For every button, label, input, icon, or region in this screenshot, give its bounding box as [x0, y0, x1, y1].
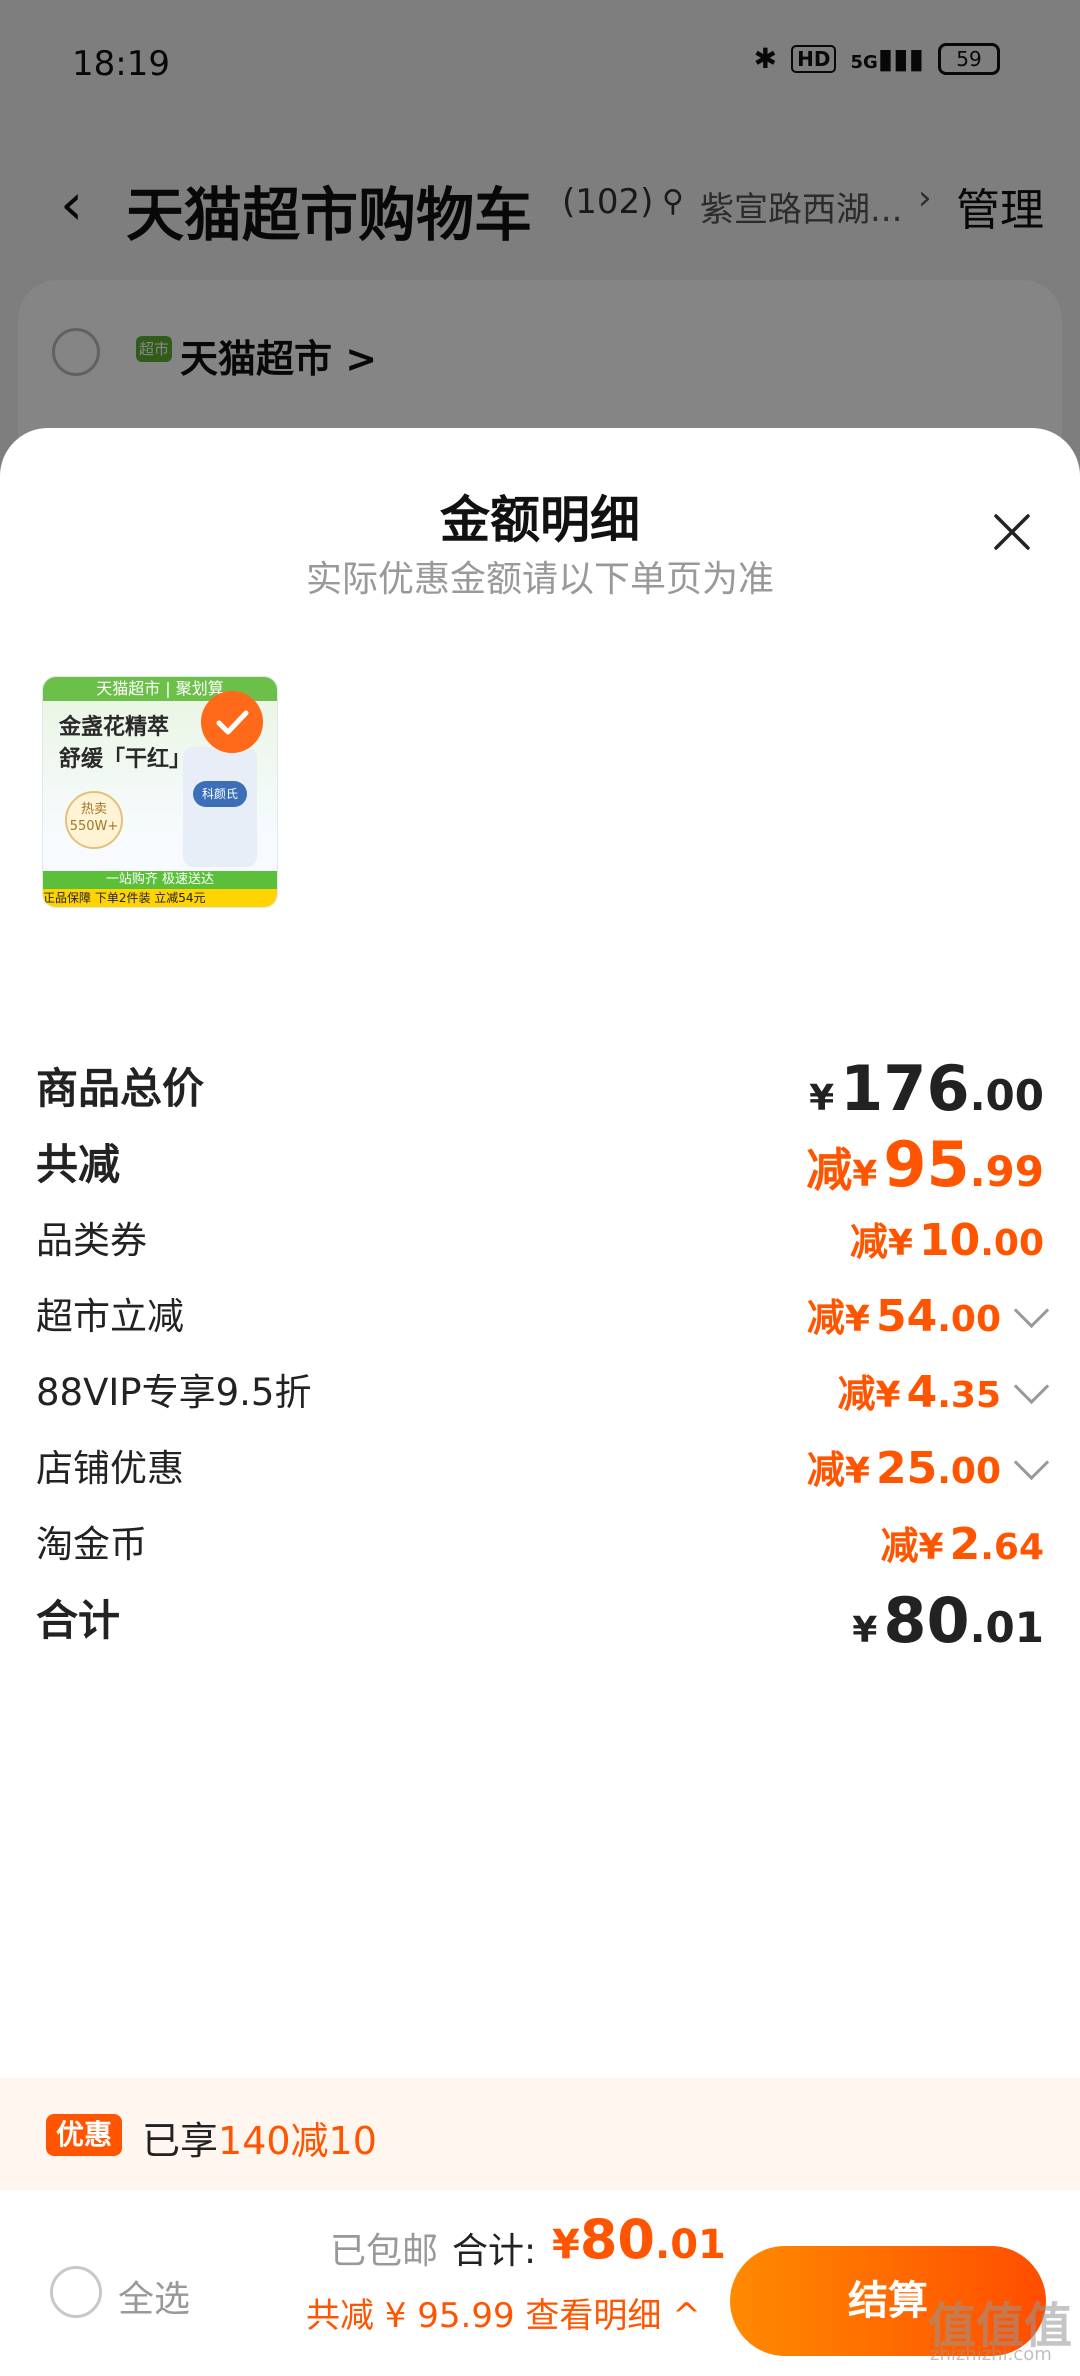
thumb-headline-1: 金盏花精萃: [59, 715, 170, 740]
summary-row: 合计 ¥80.01: [36, 1586, 1044, 1656]
summary-amount: 减¥ 2.64: [880, 1519, 1044, 1570]
summary-row[interactable]: 超市立减 减¥ 54.00: [36, 1282, 1050, 1352]
summary-label: 店铺优惠: [36, 1447, 184, 1490]
summary-label: 88VIP专享9.5折: [36, 1371, 312, 1414]
total-label: 合计:: [452, 2231, 537, 2272]
summary-row: 商品总价 ¥176.00: [36, 1054, 1044, 1124]
summary-label: 品类券: [36, 1219, 147, 1262]
sheet-title: 金额明细: [440, 491, 640, 549]
watermark-url: zhizhizhi.com: [930, 2344, 1052, 2365]
summary-row[interactable]: 店铺优惠 减¥ 25.00: [36, 1434, 1050, 1504]
summary-row: 品类券 减¥ 10.00: [36, 1206, 1044, 1276]
selected-check-icon: [201, 691, 263, 753]
summary-row: 淘金币 减¥ 2.64: [36, 1510, 1044, 1580]
promo-text: 已享140减10: [142, 2119, 377, 2163]
thumb-sales-badge: 热卖 550W+: [65, 791, 123, 849]
chevron-down-icon[interactable]: [1013, 1444, 1050, 1481]
total-amount: ¥80.01: [552, 2208, 726, 2271]
summary-label: 合计: [36, 1596, 121, 1645]
close-icon[interactable]: [988, 508, 1036, 556]
select-all-radio[interactable]: [50, 2266, 102, 2318]
summary-amount: 减¥ 25.00: [807, 1434, 1050, 1513]
sheet-subtitle: 实际优惠金额请以下单页为准: [305, 559, 774, 600]
thumb-strip: 一站购齐 极速送达: [43, 871, 277, 889]
amount-detail-sheet: 金额明细 实际优惠金额请以下单页为准 天猫超市 | 聚划算 金盏花精萃 舒缓「干…: [0, 428, 1080, 2376]
checkout-bar: 全选 已包邮 合计: ¥80.01 共减 ¥ 95.99 查看明细 ^ 结算: [0, 2190, 1080, 2376]
bottle-label: 科颜氏: [193, 781, 247, 807]
summary-amount: 减¥ 54.00: [807, 1282, 1050, 1361]
summary-label: 超市立减: [36, 1295, 184, 1338]
summary-row: 共减 减¥95.99: [36, 1130, 1044, 1200]
product-bottle-image: [183, 747, 257, 867]
chevron-down-icon[interactable]: [1013, 1368, 1050, 1405]
free-shipping-label: 已包邮: [330, 2231, 439, 2272]
summary-label: 淘金币: [36, 1523, 147, 1566]
product-thumbnail[interactable]: 天猫超市 | 聚划算 金盏花精萃 舒缓「干红」肌 热卖 550W+ 科颜氏 一站…: [42, 676, 278, 908]
savings-detail-link[interactable]: 共减 ¥ 95.99 查看明细 ^: [306, 2288, 701, 2337]
summary-amount: 减¥95.99: [806, 1128, 1044, 1201]
promo-bar: 优惠 已享140减10: [0, 2078, 1080, 2190]
summary-label: 商品总价: [36, 1064, 205, 1113]
summary-amount: 减¥ 10.00: [849, 1215, 1044, 1266]
thumb-footer: 正品保障 下单2件装 立减54元: [43, 889, 277, 907]
summary-amount: 减¥ 4.35: [838, 1358, 1050, 1437]
select-all-label[interactable]: 全选: [118, 2270, 190, 2322]
chevron-down-icon[interactable]: [1013, 1292, 1050, 1329]
summary-label: 共减: [36, 1140, 121, 1189]
summary-row[interactable]: 88VIP专享9.5折 减¥ 4.35: [36, 1358, 1050, 1428]
promo-tag: 优惠: [46, 2114, 122, 2156]
summary-amount: ¥80.01: [852, 1584, 1044, 1657]
